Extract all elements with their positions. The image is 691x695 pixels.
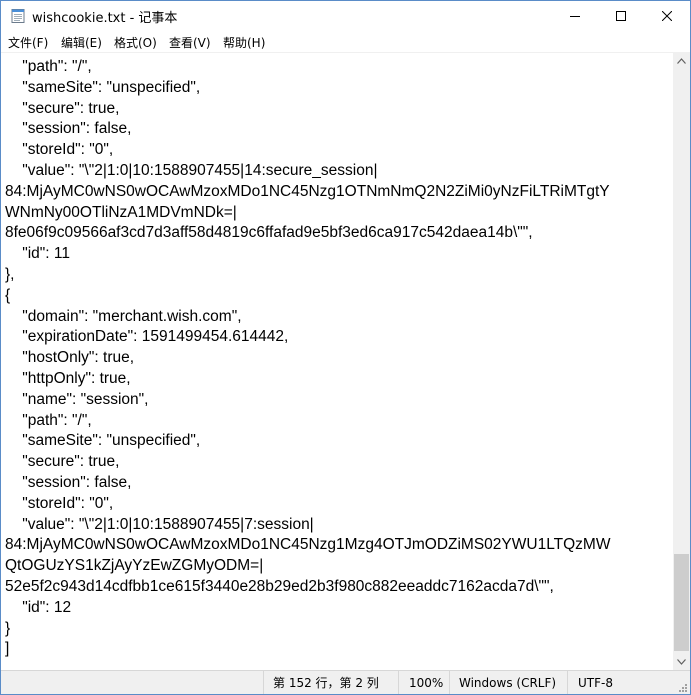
text-line: "expirationDate": 1591499454.614442, [5, 328, 289, 346]
text-line: } [5, 619, 11, 637]
status-divider [398, 671, 399, 694]
text-line: "path": "/", [5, 411, 92, 429]
text-line: 8fe06f9c09566af3cd7d3aff58d4819c6ffafad9… [5, 224, 533, 242]
text-line: "session": false, [5, 120, 132, 138]
text-line: "session": false, [5, 474, 132, 491]
text-line: "value": "\"2|1:0|10:1588907455|7:sessio… [5, 515, 314, 533]
status-bar: 第 152 行，第 2 列 100% Windows (CRLF) UTF-8 [1, 670, 690, 694]
text-line: "name": "session", [5, 390, 149, 408]
close-icon [662, 11, 672, 21]
scroll-down-button[interactable] [673, 653, 690, 670]
window-title: wishcookie.txt - 记事本 [32, 11, 178, 26]
menu-help[interactable]: 帮助(H) [223, 34, 265, 51]
zoom-level: 100% [409, 676, 444, 690]
text-line: "hostOnly": true, [5, 349, 135, 367]
text-line: "secure": true, [5, 453, 120, 471]
text-line: "domain": "merchant.wish.com", [5, 307, 242, 325]
text-line: "storeId": "0", [5, 494, 114, 512]
minimize-icon [570, 16, 580, 17]
status-divider [567, 671, 568, 694]
chevron-down-icon [677, 658, 686, 665]
text-line: 84:MjAyMC0wNS0wOCAwMzoxMDo1NC45Nzg1OTNmN… [5, 182, 610, 200]
menu-view[interactable]: 查看(V) [169, 34, 211, 51]
text-line: "storeId": "0", [5, 141, 114, 159]
scroll-thumb[interactable] [674, 554, 689, 651]
resize-grip-icon[interactable] [676, 681, 688, 693]
status-divider [449, 671, 450, 694]
notepad-window: wishcookie.txt - 记事本 文件(F) 编辑(E) 格式(O) 查… [0, 0, 691, 695]
text-line: WNmNy00OTliNzA1MDVmNDk=| [5, 203, 237, 221]
maximize-icon [616, 11, 626, 21]
notepad-app-icon [11, 9, 25, 23]
close-button[interactable] [644, 1, 690, 31]
text-line: { [5, 286, 11, 304]
text-line: "sameSite": "unspecified", [5, 432, 201, 450]
title-bar[interactable]: wishcookie.txt - 记事本 [1, 1, 690, 31]
text-line: 84:MjAyMC0wNS0wOCAwMzoxMDo1NC45Nzg1Mzg4O… [5, 536, 611, 554]
text-line: "sameSite": "unspecified", [5, 78, 201, 96]
encoding: UTF-8 [578, 676, 613, 690]
text-line: ] [5, 640, 10, 658]
text-line: "id": 12 [5, 598, 72, 616]
text-line: QtOGUzYS1kZjAyYzEwZGMyODM=| [5, 557, 264, 575]
text-line: "secure": true, [5, 99, 120, 117]
text-line: "path": "/", [5, 58, 92, 75]
minimize-button[interactable] [552, 1, 598, 31]
line-ending: Windows (CRLF) [459, 676, 557, 690]
text-line: }, [5, 266, 15, 283]
scroll-up-button[interactable] [673, 52, 690, 69]
chevron-up-icon [677, 57, 686, 64]
text-line: "id": 11 [5, 245, 70, 263]
menu-bar: 文件(F) 编辑(E) 格式(O) 查看(V) 帮助(H) [1, 31, 690, 52]
menu-edit[interactable]: 编辑(E) [61, 34, 102, 51]
vertical-scrollbar[interactable] [673, 52, 690, 670]
text-line: "value": "\"2|1:0|10:1588907455|14:secur… [5, 162, 378, 179]
cursor-position: 第 152 行，第 2 列 [273, 676, 379, 690]
text-editor-area[interactable]: "path": "/", "sameSite": "unspecified", … [1, 52, 673, 671]
menu-format[interactable]: 格式(O) [114, 34, 157, 51]
menu-file[interactable]: 文件(F) [8, 34, 48, 51]
status-divider [263, 671, 264, 694]
text-line: "httpOnly": true, [5, 370, 131, 387]
text-line: 52e5f2c943d14cdfbb1ce615f3440e28b29ed2b3… [5, 578, 554, 595]
maximize-button[interactable] [598, 1, 644, 31]
